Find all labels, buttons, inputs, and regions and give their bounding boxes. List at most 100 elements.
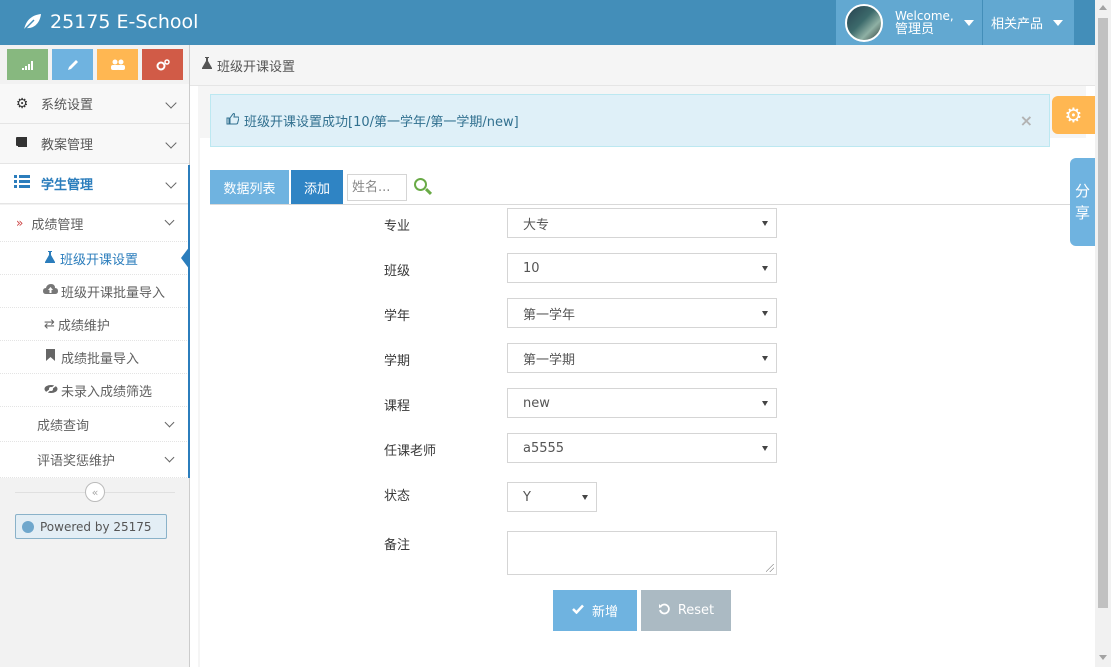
sidebar-item-grade-batch-import[interactable]: 成绩批量导入 (0, 341, 189, 374)
status-label: 状态 (384, 489, 411, 504)
resize-grip-icon[interactable] (766, 564, 774, 572)
sidebar-item-grade-maintenance[interactable]: ⇄ 成绩维护 (0, 308, 189, 341)
bookmark-icon (46, 349, 55, 365)
scroll-down-icon[interactable] (1099, 655, 1107, 660)
shortcut-settings[interactable] (142, 49, 183, 80)
sidebar-item-class-course-import[interactable]: 班级开课批量导入 (0, 275, 189, 308)
select-value: new (523, 395, 550, 411)
sidebar-item-label: 未录入成绩筛选 (61, 384, 153, 400)
share-tab[interactable]: 分 享 (1070, 158, 1095, 246)
add-button[interactable]: 添加 (291, 170, 343, 204)
status-select[interactable]: Y (507, 482, 597, 512)
scroll-up-icon[interactable] (1099, 5, 1107, 10)
name-search-input[interactable] (347, 173, 407, 201)
sidebar-item-unrecorded-grades[interactable]: 未录入成绩筛选 (0, 374, 189, 407)
settings-gear-button[interactable]: ⚙ (1052, 96, 1095, 134)
app-title: 25175 E-School (50, 11, 199, 33)
user-menu[interactable]: Welcome, 管理员 (836, 0, 982, 45)
reset-label: Reset (677, 603, 715, 618)
course-select[interactable]: new (507, 388, 777, 418)
pencil-icon (67, 59, 78, 70)
sidebar-item-label: 评语奖惩维护 (37, 454, 116, 469)
sidebar-item-class-course-setup[interactable]: 班级开课设置 (0, 242, 189, 275)
chevron-down-icon (165, 137, 177, 149)
powered-by-badge[interactable]: Powered by 25175 (15, 514, 167, 539)
flask-icon (45, 250, 55, 266)
share-char: 享 (1074, 204, 1090, 222)
sidebar-item-label: 教案管理 (41, 138, 94, 153)
navbar: 25175 E-School Welcome, 管理员 相关产品 (0, 0, 1095, 45)
sidebar-shortcuts (7, 49, 183, 80)
dropdown-arrow-icon (762, 266, 768, 271)
toolbar: 数据列表 添加 (210, 170, 433, 204)
scrollbar-thumb[interactable] (1098, 18, 1108, 608)
double-angle-right-icon: » (16, 216, 24, 230)
sidebar-item-grade-query[interactable]: 成绩查询 (0, 407, 189, 442)
sidebar-item-label: 成绩维护 (57, 318, 110, 334)
vertical-scrollbar[interactable] (1095, 0, 1111, 667)
leaf-icon (23, 14, 41, 31)
collapse-sidebar-icon[interactable]: « (85, 482, 105, 502)
chevron-down-icon (165, 177, 177, 189)
sidebar-item-grade-management[interactable]: » 成绩管理 (0, 205, 189, 242)
sidebar-item-label: 成绩查询 (37, 418, 90, 434)
brand[interactable]: 25175 E-School (22, 9, 198, 35)
select-value: 第一学年 (523, 307, 576, 323)
eye-slash-icon (44, 383, 58, 398)
user-info: Welcome, 管理员 (895, 9, 954, 37)
sidebar-item-label: 班级开课批量导入 (61, 285, 166, 301)
sidebar-item-label: 系统设置 (41, 98, 94, 113)
undo-icon (658, 603, 670, 619)
book-icon (13, 136, 31, 152)
dropdown-arrow-icon (762, 221, 768, 226)
sidebar-item-student-management[interactable]: 学生管理 (0, 164, 189, 204)
sidebar-item-comments-rewards[interactable]: 评语奖惩维护 (0, 442, 189, 478)
submit-button[interactable]: 新增 (553, 590, 637, 631)
semester-select[interactable]: 第一学期 (507, 343, 777, 373)
sidebar-item-label: 学生管理 (41, 178, 94, 193)
dropdown-arrow-icon (762, 311, 768, 316)
powered-text: Powered by 25175 (40, 519, 152, 534)
submit-label: 新增 (591, 605, 618, 620)
major-select[interactable]: 大专 (507, 208, 777, 238)
gear-icon: ⚙ (15, 95, 29, 112)
school-year-select[interactable]: 第一学年 (507, 298, 777, 328)
sidebar-item-label: 成绩管理 (31, 217, 84, 233)
teacher-label: 任课老师 (384, 444, 437, 459)
search-icon[interactable] (414, 178, 433, 196)
select-value: a5555 (523, 440, 565, 456)
share-char: 分 (1074, 182, 1090, 200)
sidebar-item-system-settings[interactable]: ⚙ 系统设置 (0, 84, 189, 124)
shortcut-stats[interactable] (7, 49, 48, 80)
welcome-text: Welcome, (895, 8, 954, 23)
products-label: 相关产品 (991, 17, 1044, 32)
chevron-down-icon (164, 452, 175, 463)
chevron-down-icon (164, 417, 175, 428)
active-section-bar (188, 165, 190, 478)
sidebar-item-label: 班级开课设置 (60, 252, 139, 268)
shortcut-users[interactable] (97, 49, 138, 80)
close-icon[interactable]: × (1020, 111, 1033, 130)
sidebar-item-label: 成绩批量导入 (61, 351, 140, 367)
remark-textarea[interactable] (507, 531, 777, 575)
flask-icon (202, 57, 212, 73)
breadcrumb-current: 班级开课设置 (217, 59, 296, 75)
dropdown-arrow-icon (762, 401, 768, 406)
sidebar: ⚙ 系统设置 教案管理 学生管理 » 成绩管理 班级开课设置 班级开课批量导入 (0, 45, 190, 667)
select-value: 10 (523, 260, 540, 276)
teacher-select[interactable]: a5555 (507, 433, 777, 463)
cogs-icon (156, 58, 170, 70)
breadcrumb: 班级开课设置 (190, 45, 1095, 86)
course-label: 课程 (384, 399, 411, 414)
products-menu[interactable]: 相关产品 (983, 0, 1074, 45)
chevron-down-icon (164, 215, 175, 226)
gear-icon: ⚙ (1064, 103, 1083, 127)
data-list-button[interactable]: 数据列表 (210, 170, 289, 204)
shortcut-edit[interactable] (52, 49, 93, 80)
select-value: 大专 (523, 217, 550, 233)
class-select[interactable]: 10 (507, 253, 777, 283)
reset-button[interactable]: Reset (641, 590, 731, 631)
chevron-down-icon (165, 97, 177, 109)
sidebar-item-lesson-plans[interactable]: 教案管理 (0, 124, 189, 164)
cloud-upload-icon (43, 283, 58, 299)
